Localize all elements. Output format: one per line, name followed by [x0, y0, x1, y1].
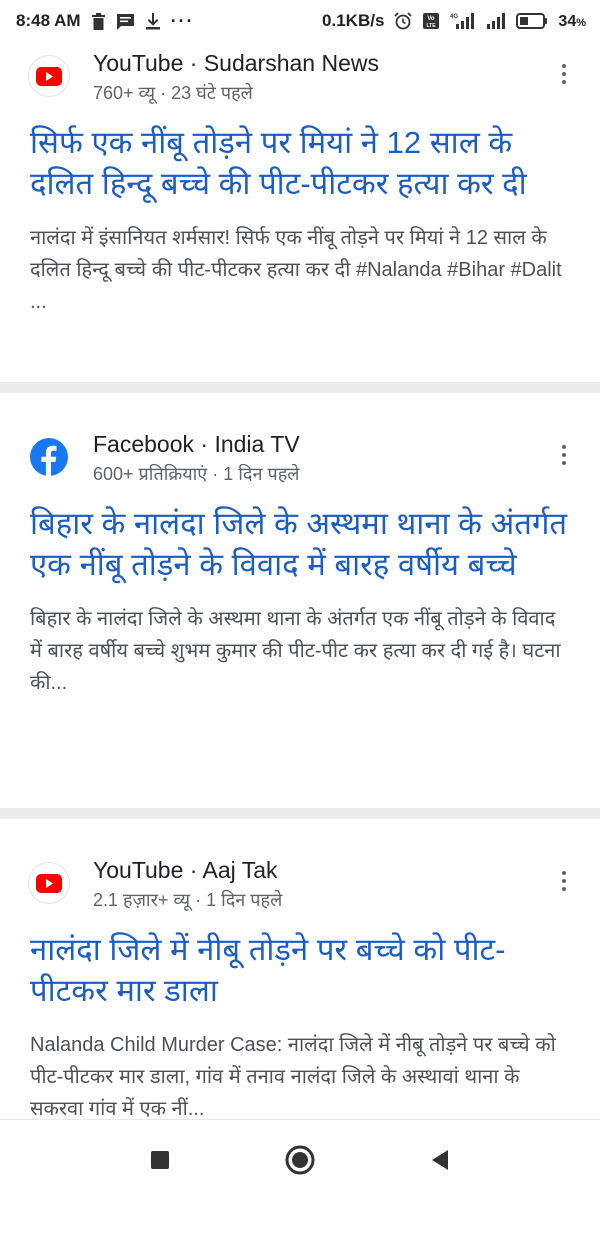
status-bar: 8:48 AM ··· 0.1KB/s Vo LTE 4G 34% — [0, 0, 600, 42]
result-divider — [0, 382, 600, 393]
result-snippet: नालंदा में इंसानियत शर्मसार! सिर्फ एक नी… — [30, 227, 562, 313]
result-source[interactable]: YouTube · Sudarshan News — [93, 48, 379, 78]
youtube-icon — [28, 862, 70, 904]
more-notifications: ··· — [170, 10, 195, 31]
result-source-text: Facebook · India TV 600+ प्रतिक्रियाएं ·… — [93, 429, 300, 487]
signal-icon — [486, 12, 506, 30]
navigation-bar — [0, 1119, 600, 1200]
back-triangle-icon[interactable] — [420, 1140, 460, 1180]
result-source[interactable]: YouTube · Aaj Tak — [93, 855, 282, 885]
result-meta: 2.1 हज़ार+ व्यू · 1 दिन पहले — [93, 890, 283, 910]
result-source[interactable]: Facebook · India TV — [93, 429, 300, 459]
download-icon — [145, 12, 161, 30]
status-right: 0.1KB/s Vo LTE 4G 34% — [322, 11, 586, 31]
result-title-link[interactable]: सिर्फ एक नींबू तोड़ने पर मियां ने 12 साल… — [30, 122, 570, 204]
battery-icon — [516, 12, 548, 30]
result-title-link[interactable]: बिहार के नालंदा जिले के अस्थमा थाना के अ… — [30, 503, 570, 585]
search-results: YouTube · Sudarshan News 760+ व्यू · 23 … — [0, 42, 600, 1249]
more-options-icon[interactable] — [550, 437, 578, 473]
svg-text:4G: 4G — [450, 14, 458, 20]
status-left: 8:48 AM ··· — [16, 11, 195, 32]
result-meta: 600+ प्रतिक्रियाएं · 1 दिन पहले — [93, 464, 300, 484]
result-source-row: YouTube · Aaj Tak 2.1 हज़ार+ व्यू · 1 दि… — [28, 849, 570, 923]
youtube-icon — [28, 55, 70, 97]
message-icon — [116, 13, 135, 30]
recents-square-icon[interactable] — [140, 1140, 180, 1180]
result-source-text: YouTube · Aaj Tak 2.1 हज़ार+ व्यू · 1 दि… — [93, 855, 282, 913]
trash-icon — [91, 12, 106, 30]
signal-4g-icon: 4G — [450, 12, 476, 30]
home-circle-icon[interactable] — [280, 1140, 320, 1180]
clock: 8:48 AM — [16, 11, 81, 30]
search-result-card[interactable]: YouTube · Sudarshan News 760+ व्यू · 23 … — [0, 42, 600, 382]
battery-percent: 34% — [558, 11, 586, 31]
volte-icon: Vo LTE — [422, 12, 440, 30]
alarm-icon — [394, 12, 413, 30]
result-divider — [0, 808, 600, 819]
svg-text:Vo: Vo — [428, 16, 436, 22]
battery-percent-sign: % — [576, 17, 586, 29]
facebook-icon — [28, 436, 70, 478]
battery-percent-value: 34 — [558, 13, 577, 30]
network-speed: 0.1KB/s — [322, 11, 385, 30]
result-meta: 760+ व्यू · 23 घंटे पहले — [93, 83, 253, 103]
result-source-row: Facebook · India TV 600+ प्रतिक्रियाएं ·… — [28, 423, 570, 497]
search-result-card[interactable]: Facebook · India TV 600+ प्रतिक्रियाएं ·… — [0, 423, 600, 808]
svg-text:LTE: LTE — [427, 23, 437, 29]
more-options-icon[interactable] — [550, 863, 578, 899]
result-title-link[interactable]: नालंदा जिले में नीबू तोड़ने पर बच्चे को … — [30, 929, 570, 1011]
result-snippet: बिहार के नालंदा जिले के अस्थमा थाना के अ… — [30, 608, 561, 694]
more-options-icon[interactable] — [550, 56, 578, 92]
result-source-text: YouTube · Sudarshan News 760+ व्यू · 23 … — [93, 48, 379, 106]
result-source-row: YouTube · Sudarshan News 760+ व्यू · 23 … — [28, 42, 570, 116]
